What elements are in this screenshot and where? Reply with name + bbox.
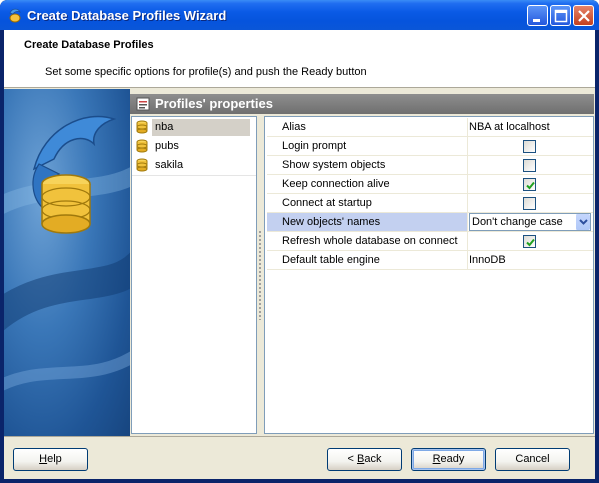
property-row-default-table-engine[interactable]: Default table engine InnoDB bbox=[267, 251, 593, 270]
property-value bbox=[469, 156, 591, 174]
property-value bbox=[469, 137, 591, 155]
property-row-new-objects-names[interactable]: New objects' names Don't change case bbox=[267, 213, 593, 232]
panel-header: Profiles' properties bbox=[130, 94, 594, 114]
button-accelerator: H bbox=[39, 453, 48, 465]
splitter-handle[interactable] bbox=[258, 230, 262, 320]
wizard-window: Create Database Profiles Wizard Create D… bbox=[0, 0, 599, 483]
property-value bbox=[469, 175, 591, 193]
close-button[interactable] bbox=[573, 5, 594, 26]
property-name: Connect at startup bbox=[282, 197, 372, 209]
maximize-icon bbox=[554, 9, 568, 23]
properties-icon bbox=[136, 97, 150, 111]
page-subtitle: Set some specific options for profile(s)… bbox=[45, 66, 367, 78]
dropdown-button[interactable] bbox=[575, 214, 590, 230]
divider bbox=[467, 156, 468, 174]
chevron-down-icon bbox=[579, 219, 588, 225]
refresh-whole-database-checkbox[interactable] bbox=[523, 235, 536, 248]
checkmark-icon bbox=[526, 181, 535, 190]
minimize-icon bbox=[533, 19, 540, 22]
profiles-list[interactable]: nba pubs sakila bbox=[131, 116, 257, 434]
new-objects-names-select[interactable]: Don't change case bbox=[469, 213, 591, 231]
divider bbox=[467, 118, 468, 136]
divider bbox=[467, 213, 468, 231]
list-item[interactable]: sakila bbox=[134, 156, 254, 175]
property-row-refresh-whole-database[interactable]: Refresh whole database on connect bbox=[267, 232, 593, 251]
dolphin-logo-icon bbox=[4, 115, 130, 391]
property-name: Keep connection alive bbox=[282, 178, 390, 190]
button-label: elp bbox=[47, 453, 62, 465]
default-table-engine-value[interactable]: InnoDB bbox=[469, 251, 591, 269]
database-icon bbox=[136, 120, 148, 134]
list-item[interactable]: nba bbox=[134, 118, 254, 137]
window-title: Create Database Profiles Wizard bbox=[27, 8, 227, 23]
button-label: Cancel bbox=[515, 453, 550, 465]
alias-value[interactable]: NBA at localhost bbox=[469, 118, 591, 136]
back-button[interactable]: < Back bbox=[327, 448, 402, 471]
button-label: ack bbox=[364, 453, 382, 465]
divider bbox=[467, 251, 468, 269]
wizard-banner bbox=[4, 89, 130, 436]
divider bbox=[467, 232, 468, 250]
property-name: Default table engine bbox=[282, 254, 380, 266]
property-value bbox=[469, 232, 591, 250]
list-item[interactable]: pubs bbox=[134, 137, 254, 156]
property-value bbox=[469, 194, 591, 212]
profile-label: pubs bbox=[155, 140, 179, 152]
database-icon bbox=[136, 139, 148, 153]
ready-button[interactable]: Ready bbox=[411, 448, 486, 471]
property-row-login-prompt[interactable]: Login prompt bbox=[267, 137, 593, 156]
select-value: Don't change case bbox=[472, 216, 563, 228]
property-name: Show system objects bbox=[282, 159, 386, 171]
profile-label: nba bbox=[152, 119, 250, 136]
panel-title: Profiles' properties bbox=[155, 96, 273, 111]
wizard-header: Create Database Profiles Set some specif… bbox=[4, 30, 595, 88]
divider bbox=[4, 436, 595, 437]
app-icon bbox=[9, 8, 21, 23]
divider bbox=[467, 175, 468, 193]
property-row-show-system-objects[interactable]: Show system objects bbox=[267, 156, 593, 175]
button-accelerator: R bbox=[432, 453, 441, 465]
close-icon bbox=[578, 10, 590, 22]
property-name: New objects' names bbox=[267, 213, 467, 231]
title-bar[interactable]: Create Database Profiles Wizard bbox=[0, 0, 599, 30]
checkmark-icon bbox=[526, 238, 535, 247]
show-system-objects-checkbox[interactable] bbox=[523, 159, 536, 172]
keep-connection-alive-checkbox[interactable] bbox=[523, 178, 536, 191]
login-prompt-checkbox[interactable] bbox=[523, 140, 536, 153]
cancel-button[interactable]: Cancel bbox=[495, 448, 570, 471]
property-row-alias[interactable]: Alias NBA at localhost bbox=[267, 118, 593, 137]
properties-grid: Alias NBA at localhost Login prompt Show… bbox=[264, 116, 594, 434]
database-icon bbox=[136, 158, 148, 172]
page-title: Create Database Profiles bbox=[24, 39, 154, 51]
button-label: eady bbox=[440, 453, 465, 465]
button-label: < bbox=[347, 453, 357, 465]
wizard-client: Create Database Profiles Set some specif… bbox=[4, 30, 595, 479]
profile-label: sakila bbox=[155, 159, 184, 171]
connect-at-startup-checkbox[interactable] bbox=[523, 197, 536, 210]
minimize-button[interactable] bbox=[527, 5, 548, 26]
maximize-button[interactable] bbox=[550, 5, 571, 26]
divider bbox=[467, 137, 468, 155]
property-name: Refresh whole database on connect bbox=[282, 235, 458, 247]
property-name: Login prompt bbox=[282, 140, 347, 152]
property-name: Alias bbox=[282, 121, 306, 133]
property-row-keep-connection-alive[interactable]: Keep connection alive bbox=[267, 175, 593, 194]
divider bbox=[467, 194, 468, 212]
divider bbox=[132, 175, 256, 176]
property-row-connect-at-startup[interactable]: Connect at startup bbox=[267, 194, 593, 213]
help-button[interactable]: Help bbox=[13, 448, 88, 471]
